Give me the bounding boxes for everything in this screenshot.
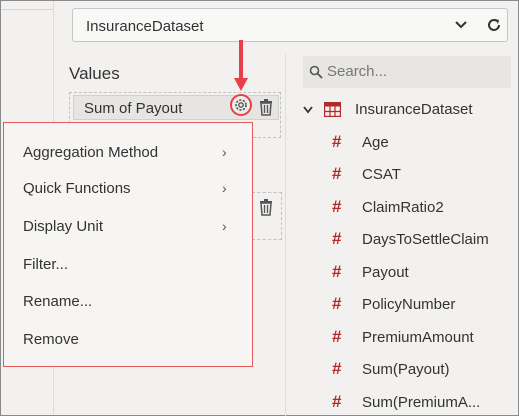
numeric-field-icon: #	[332, 294, 342, 313]
numeric-field-icon: #	[332, 132, 342, 151]
menu-item-rename[interactable]: Rename...	[4, 285, 251, 319]
numeric-field-icon: #	[332, 359, 342, 378]
field-item[interactable]: # Sum(Payout)	[332, 359, 517, 383]
menu-item-label: Remove	[23, 331, 79, 348]
chevron-right-icon: ›	[222, 218, 227, 234]
trash-icon[interactable]	[258, 198, 274, 216]
field-search-input[interactable]: Search...	[303, 56, 511, 88]
refresh-icon[interactable]	[485, 16, 503, 34]
field-label: Sum(Payout)	[362, 361, 450, 378]
field-item[interactable]: # Payout	[332, 262, 517, 286]
menu-item-label: Filter...	[23, 256, 69, 273]
menu-item-filter[interactable]: Filter...	[4, 248, 251, 282]
field-label: PremiumAmount	[362, 329, 474, 346]
search-placeholder: Search...	[327, 63, 388, 80]
field-settings-button[interactable]	[230, 94, 252, 116]
field-item[interactable]: # Sum(PremiumA...	[332, 392, 517, 416]
field-label: CSAT	[362, 166, 401, 183]
numeric-field-icon: #	[332, 229, 342, 248]
menu-item-label: Rename...	[23, 293, 93, 310]
numeric-field-icon: #	[332, 164, 342, 183]
field-label: Age	[362, 134, 389, 151]
field-label: PolicyNumber	[362, 296, 456, 313]
numeric-field-icon: #	[332, 392, 342, 411]
field-item[interactable]: # ClaimRatio2	[332, 197, 517, 221]
dataset-tree-node[interactable]: InsuranceDataset	[300, 100, 515, 124]
field-item[interactable]: # PremiumAmount	[332, 327, 517, 351]
field-item[interactable]: # DaysToSettleClaim	[332, 229, 517, 253]
field-label: Payout	[362, 264, 409, 281]
field-context-menu: Aggregation Method › Quick Functions › D…	[3, 122, 253, 367]
menu-item-quick-functions[interactable]: Quick Functions ›	[4, 172, 251, 206]
menu-item-label: Aggregation Method	[23, 144, 159, 161]
menu-item-label: Display Unit	[23, 218, 104, 235]
dataset-dropdown[interactable]: InsuranceDataset	[72, 8, 508, 42]
chevron-down-icon[interactable]	[302, 104, 314, 116]
annotation-arrow-icon	[234, 40, 248, 91]
field-label: ClaimRatio2	[362, 199, 444, 216]
field-item[interactable]: # Age	[332, 132, 517, 156]
field-item[interactable]: # PolicyNumber	[332, 294, 517, 318]
numeric-field-icon: #	[332, 262, 342, 281]
value-field-label: Sum of Payout	[84, 100, 183, 117]
chevron-right-icon: ›	[222, 180, 227, 196]
chevron-right-icon: ›	[222, 144, 227, 160]
gear-icon	[235, 99, 247, 111]
menu-item-label: Quick Functions	[23, 180, 131, 197]
menu-item-remove[interactable]: Remove	[4, 323, 251, 357]
numeric-field-icon: #	[332, 197, 342, 216]
search-icon	[309, 65, 323, 79]
field-item[interactable]: # CSAT	[332, 164, 517, 188]
field-label: DaysToSettleClaim	[362, 231, 489, 248]
dataset-tree-label: InsuranceDataset	[355, 101, 473, 118]
menu-item-aggregation-method[interactable]: Aggregation Method ›	[4, 136, 251, 170]
chevron-down-icon[interactable]	[453, 17, 469, 33]
dataset-dropdown-value: InsuranceDataset	[86, 18, 204, 35]
menu-item-display-unit[interactable]: Display Unit ›	[4, 210, 251, 244]
panel-divider	[285, 54, 286, 416]
field-label: Sum(PremiumA...	[362, 394, 481, 411]
table-icon	[324, 102, 341, 117]
trash-icon[interactable]	[258, 98, 274, 116]
values-heading: Values	[69, 64, 120, 83]
numeric-field-icon: #	[332, 327, 342, 346]
